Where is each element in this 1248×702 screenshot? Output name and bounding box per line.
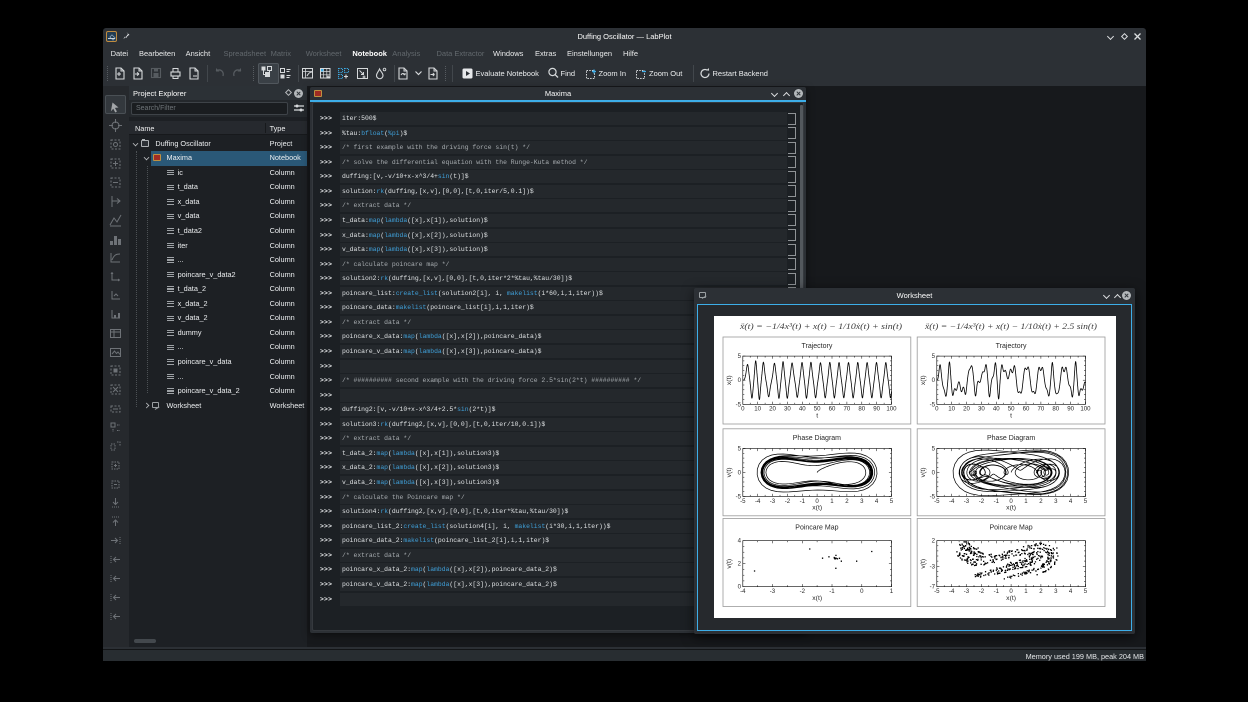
svg-text:-5: -5 <box>930 493 936 500</box>
svg-text:2: 2 <box>1039 588 1043 595</box>
svg-text:-1: -1 <box>829 588 835 595</box>
svg-text:70: 70 <box>844 406 851 413</box>
svg-text:90: 90 <box>1067 406 1074 413</box>
svg-text:ẍ(t) = −1/4x³(t) + x(t) − 1/1: ẍ(t) = −1/4x³(t) + x(t) − 1/10ẋ(t) + s… <box>739 321 902 331</box>
svg-text:-4: -4 <box>755 498 761 505</box>
svg-text:40: 40 <box>799 406 806 413</box>
svg-text:ẍ(t) = −1/4x³(t) + x(t) − 1/1: ẍ(t) = −1/4x³(t) + x(t) − 1/10ẋ(t) + 2… <box>924 321 1097 331</box>
svg-text:-5: -5 <box>736 493 742 500</box>
svg-text:30: 30 <box>978 406 985 413</box>
svg-text:Trajectory: Trajectory <box>801 343 832 350</box>
svg-text:v(t): v(t) <box>726 559 733 569</box>
svg-text:40: 40 <box>993 406 1000 413</box>
svg-text:t: t <box>1010 413 1012 420</box>
svg-text:v(t): v(t) <box>726 467 733 477</box>
svg-text:Poincare Map: Poincare Map <box>989 525 1032 532</box>
svg-text:60: 60 <box>829 406 836 413</box>
svg-text:90: 90 <box>873 406 880 413</box>
svg-text:100: 100 <box>886 406 897 413</box>
svg-text:2: 2 <box>845 498 849 505</box>
svg-text:80: 80 <box>858 406 865 413</box>
svg-text:20: 20 <box>963 406 970 413</box>
svg-text:-4: -4 <box>949 498 955 505</box>
svg-text:-3: -3 <box>770 588 776 595</box>
svg-text:-3: -3 <box>930 563 936 570</box>
svg-text:Poincare Map: Poincare Map <box>795 525 838 532</box>
svg-text:70: 70 <box>1038 406 1045 413</box>
svg-text:-2: -2 <box>979 588 985 595</box>
svg-text:-2: -2 <box>785 498 791 505</box>
svg-text:-3: -3 <box>964 588 970 595</box>
svg-text:10: 10 <box>754 406 761 413</box>
svg-text:t: t <box>816 413 818 420</box>
svg-text:x(t): x(t) <box>726 375 733 385</box>
svg-text:Trajectory: Trajectory <box>996 343 1027 350</box>
svg-text:x(t): x(t) <box>920 375 927 385</box>
svg-text:v(t): v(t) <box>920 467 927 477</box>
svg-text:-5: -5 <box>736 401 742 408</box>
svg-text:x(t): x(t) <box>1006 595 1016 602</box>
svg-text:-1: -1 <box>800 498 806 505</box>
svg-text:v(t): v(t) <box>920 559 927 569</box>
svg-text:60: 60 <box>1023 406 1030 413</box>
svg-text:2: 2 <box>1039 498 1043 505</box>
svg-text:Phase Diagram: Phase Diagram <box>793 435 841 442</box>
svg-text:-1: -1 <box>994 588 1000 595</box>
svg-text:-1: -1 <box>994 498 1000 505</box>
svg-text:x(t): x(t) <box>812 595 822 602</box>
svg-text:100: 100 <box>1080 406 1091 413</box>
svg-text:x(t): x(t) <box>812 505 822 512</box>
svg-text:10: 10 <box>948 406 955 413</box>
svg-text:-3: -3 <box>964 498 970 505</box>
svg-text:Phase Diagram: Phase Diagram <box>987 435 1035 442</box>
svg-text:-3: -3 <box>770 498 776 505</box>
svg-text:20: 20 <box>769 406 776 413</box>
svg-text:80: 80 <box>1052 406 1059 413</box>
svg-text:30: 30 <box>784 406 791 413</box>
svg-text:-4: -4 <box>949 588 955 595</box>
svg-text:-5: -5 <box>930 401 936 408</box>
svg-text:-2: -2 <box>800 588 806 595</box>
svg-text:x(t): x(t) <box>1006 505 1016 512</box>
svg-text:-2: -2 <box>979 498 985 505</box>
svg-text:-7: -7 <box>930 584 936 591</box>
